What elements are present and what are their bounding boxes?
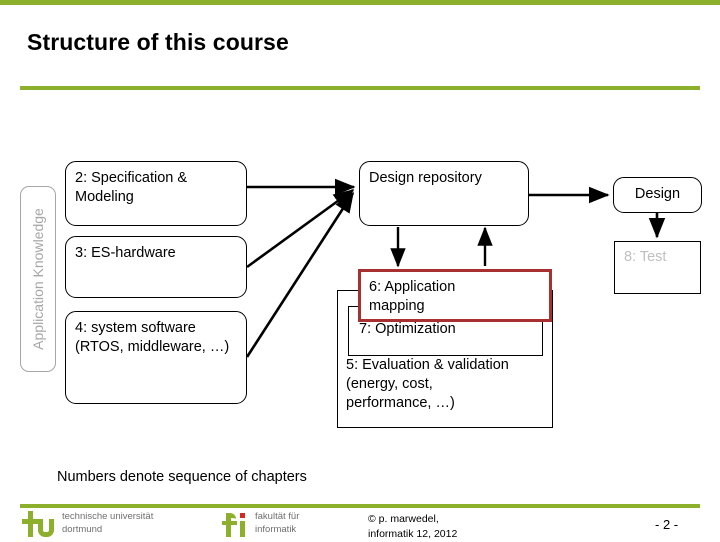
optimization-label: 7: Optimization (359, 321, 456, 337)
chapter-box-system-software[interactable]: 4: system software (RTOS, middleware, …) (65, 311, 247, 404)
design-repository-box[interactable]: Design repository (359, 161, 529, 226)
evaluation-validation-label: 5: Evaluation & validation (energy, cost… (346, 357, 509, 412)
fi-logo-text: fakultät für informatik (255, 511, 299, 536)
tu-logo-line-2: dortmund (62, 524, 103, 535)
top-accent-bar (0, 0, 720, 5)
tu-dortmund-logo: technische universität dortmund (22, 511, 153, 537)
page-title: Structure of this course (27, 29, 289, 55)
application-knowledge-label: Application Knowledge (30, 208, 46, 350)
design-box[interactable]: Design (613, 177, 702, 213)
tu-logo-line-1: technische universität (62, 511, 154, 523)
diagram-caption: Numbers denote sequence of chapters (57, 469, 307, 485)
footer-accent-rule (20, 504, 700, 508)
copyright-notice: © p. marwedel, informatik 12, 2012 (368, 513, 458, 541)
fakultaet-informatik-logo: fakultät für informatik (222, 511, 299, 537)
application-knowledge-band: Application Knowledge (20, 186, 56, 372)
chapter-box-es-hardware[interactable]: 3: ES-hardware (65, 236, 247, 298)
fi-logo-line-2: informatik (255, 524, 297, 535)
fi-logo-icon (222, 511, 250, 537)
tu-logo-icon (22, 511, 56, 537)
chapter-box-specification-modeling[interactable]: 2: Specification & Modeling (65, 161, 247, 226)
title-underline-rule (20, 86, 700, 90)
test-box[interactable]: 8: Test (614, 241, 701, 294)
tu-logo-text: technische universität dortmund (62, 511, 153, 536)
page-number: - 2 - (655, 517, 679, 532)
fi-logo-line-1: fakultät für (255, 511, 300, 523)
application-mapping-box[interactable]: 6: Application mapping (358, 269, 552, 322)
slide-canvas: Structure of this course Application Kno… (0, 0, 720, 540)
application-mapping-label: 6: Application mapping (369, 279, 456, 315)
